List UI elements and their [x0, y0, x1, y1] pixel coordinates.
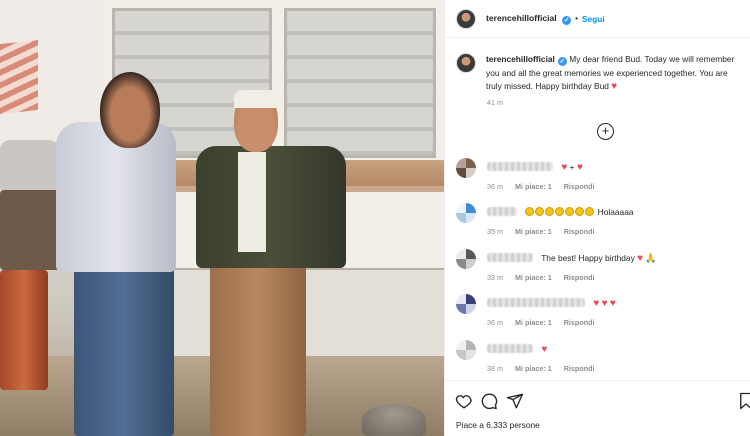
- load-more-comments-button[interactable]: +: [597, 123, 614, 140]
- comment-text: ♥ ♥ ♥: [487, 298, 616, 309]
- photo-window-right: [284, 8, 436, 158]
- comment-avatar[interactable]: [456, 158, 476, 178]
- username-link[interactable]: terencehillofficial ✓: [486, 13, 572, 25]
- person-right-shirt: [238, 152, 266, 252]
- heart-emoji-icon: ♥: [637, 253, 644, 264]
- post-header: terencehillofficial ✓ • Segui: [445, 0, 750, 38]
- photo-flag: [0, 40, 38, 114]
- person-right-legs: [210, 262, 306, 436]
- comment-likes-link[interactable]: Mi piace: 1: [515, 318, 552, 327]
- reply-button[interactable]: Rispondi: [564, 182, 595, 191]
- photo-pot: [362, 404, 426, 436]
- blurred-username[interactable]: [487, 162, 553, 171]
- emoji-icon: [555, 207, 565, 216]
- comment-meta: 35 m Mi piace: 1 Rispondi: [487, 227, 604, 236]
- heart-emoji-icon: ♥: [609, 298, 616, 309]
- like-heart-icon[interactable]: [455, 392, 473, 410]
- comment-text: ♥: [487, 344, 547, 355]
- comment-text-suffix: Holaaaaa: [597, 207, 634, 217]
- comment-meta: 36 m Mi piace: 1 Rispondi: [487, 182, 604, 191]
- comment-avatar[interactable]: [456, 294, 476, 314]
- comment-time: 33 m: [487, 273, 503, 282]
- comment-text-suffix: The best! Happy birthday: [541, 253, 635, 263]
- caption-time: 41 m: [487, 98, 503, 107]
- emoji-icon: [525, 207, 535, 216]
- comment-text-suffix: +: [569, 162, 575, 172]
- praying-hands-icon: 🙏: [645, 253, 657, 263]
- heart-emoji-icon: ♥: [601, 298, 608, 309]
- caption-username[interactable]: terencehillofficial: [486, 54, 555, 64]
- comment-text: The best! Happy birthday ♥ 🙏: [487, 253, 657, 264]
- comment-likes-link[interactable]: Mi piace: 1: [515, 273, 552, 282]
- comment-bubble-icon[interactable]: [480, 392, 498, 410]
- heart-emoji-icon: ♥: [561, 162, 568, 173]
- caption: terencehillofficial ✓ My dear friend Bud.…: [456, 53, 746, 94]
- emoji-icon: [535, 207, 545, 216]
- heart-emoji-icon: ♥: [541, 344, 548, 355]
- person-right-hat: [234, 90, 278, 108]
- heart-emoji-icon: ♥: [593, 298, 600, 309]
- comment-meta: 38 m Mi piace: 1 Rispondi: [487, 364, 604, 373]
- avatar[interactable]: [456, 8, 476, 29]
- emoji-icon: [545, 207, 555, 216]
- share-paper-plane-icon[interactable]: [506, 392, 524, 410]
- comment-likes-link[interactable]: Mi piace: 1: [515, 227, 552, 236]
- blurred-username[interactable]: [487, 298, 585, 307]
- comment-text: Holaaaaa: [487, 207, 634, 217]
- comment-likes-link[interactable]: Mi piace: 1: [515, 364, 552, 373]
- blurred-username[interactable]: [487, 207, 517, 216]
- blurred-username[interactable]: [487, 344, 533, 353]
- heart-emoji-icon: ♥: [611, 81, 618, 92]
- likes-count[interactable]: Piace a 6.333 persone: [456, 420, 540, 430]
- person-left-legs: [74, 262, 174, 436]
- bookmark-icon[interactable]: [737, 392, 750, 410]
- comment-avatar[interactable]: [456, 340, 476, 360]
- heart-emoji-icon: ♥: [576, 162, 583, 173]
- reply-button[interactable]: Rispondi: [564, 364, 595, 373]
- reply-button[interactable]: Rispondi: [564, 227, 595, 236]
- caption-text-block: terencehillofficial ✓ My dear friend Bud.…: [486, 53, 740, 94]
- post-photo[interactable]: [0, 0, 444, 436]
- caption-avatar[interactable]: [456, 53, 476, 73]
- comment-meta: 36 m Mi piace: 1 Rispondi: [487, 318, 604, 327]
- emoji-icon: [565, 207, 575, 216]
- photo-car: [0, 140, 62, 190]
- username[interactable]: terencehillofficial: [486, 13, 557, 23]
- verified-icon: ✓: [562, 15, 572, 25]
- comment-avatar[interactable]: [456, 203, 476, 223]
- comment-time: 35 m: [487, 227, 503, 236]
- comment-meta: 33 m Mi piace: 1 Rispondi: [487, 273, 604, 282]
- comment-time: 36 m: [487, 318, 503, 327]
- comment-avatar[interactable]: [456, 249, 476, 269]
- person-left-head: [100, 72, 160, 148]
- reply-button[interactable]: Rispondi: [564, 273, 595, 282]
- post-sidebar: terencehillofficial ✓ • Segui terencehil…: [444, 0, 750, 436]
- blurred-username[interactable]: [487, 253, 533, 262]
- separator-dot: •: [575, 14, 578, 23]
- emoji-icon: [585, 207, 595, 216]
- verified-icon: ✓: [557, 57, 567, 66]
- person-right-body: [196, 146, 346, 268]
- photo-barrel: [0, 270, 48, 390]
- instagram-post: terencehillofficial ✓ • Segui terencehil…: [0, 0, 750, 436]
- comment-time: 36 m: [487, 182, 503, 191]
- reply-button[interactable]: Rispondi: [564, 318, 595, 327]
- emoji-icon: [575, 207, 585, 216]
- comment-time: 38 m: [487, 364, 503, 373]
- comment-likes-link[interactable]: Mi piace: 1: [515, 182, 552, 191]
- follow-button[interactable]: Segui: [582, 14, 605, 24]
- comment-text: ♥ + ♥: [487, 162, 583, 173]
- post-actions-bar: Piace a 6.333 persone: [445, 380, 750, 436]
